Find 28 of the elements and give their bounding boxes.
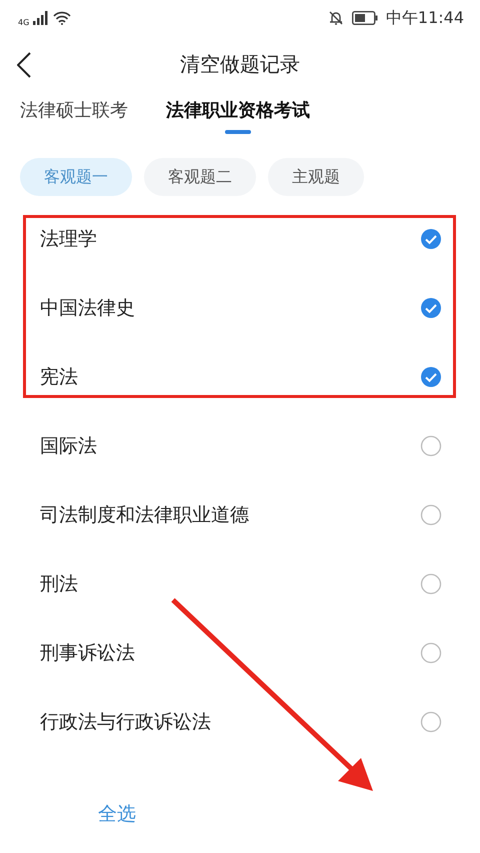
category-chip[interactable]: 主观题	[268, 158, 364, 196]
check-icon[interactable]	[420, 366, 442, 388]
signal-icon	[33, 11, 50, 25]
checkbox-icon[interactable]	[420, 572, 442, 594]
exam-tab[interactable]: 法律硕士联考	[20, 98, 128, 146]
subject-name: 国际法	[40, 434, 97, 458]
bell-off-icon	[328, 10, 344, 26]
check-icon[interactable]	[420, 228, 442, 250]
subject-name: 法理学	[40, 226, 97, 252]
subject-name: 刑事诉讼法	[40, 640, 135, 666]
subject-name: 中国法律史	[40, 296, 135, 320]
subject-name: 刑法	[40, 572, 78, 596]
checkbox-icon[interactable]	[420, 434, 442, 456]
subject-name: 行政法与行政诉讼法	[40, 710, 211, 734]
check-icon[interactable]	[420, 296, 442, 318]
exam-tab[interactable]: 法律职业资格考试	[166, 98, 310, 146]
category-chip[interactable]: 客观题二	[144, 158, 256, 196]
page-title: 清空做题记录	[180, 50, 300, 78]
select-all-button[interactable]: 全选	[98, 801, 136, 827]
subject-name: 司法制度和法律职业道德	[40, 502, 249, 528]
battery-icon	[352, 11, 378, 25]
network-label: 4G	[18, 18, 30, 26]
checkbox-icon[interactable]	[420, 642, 442, 664]
wifi-icon	[53, 11, 72, 25]
subject-name: 宪法	[40, 364, 78, 390]
checkbox-icon[interactable]	[420, 710, 442, 732]
clock-time: 中午11:44	[386, 8, 464, 28]
checkbox-icon[interactable]	[420, 504, 442, 526]
